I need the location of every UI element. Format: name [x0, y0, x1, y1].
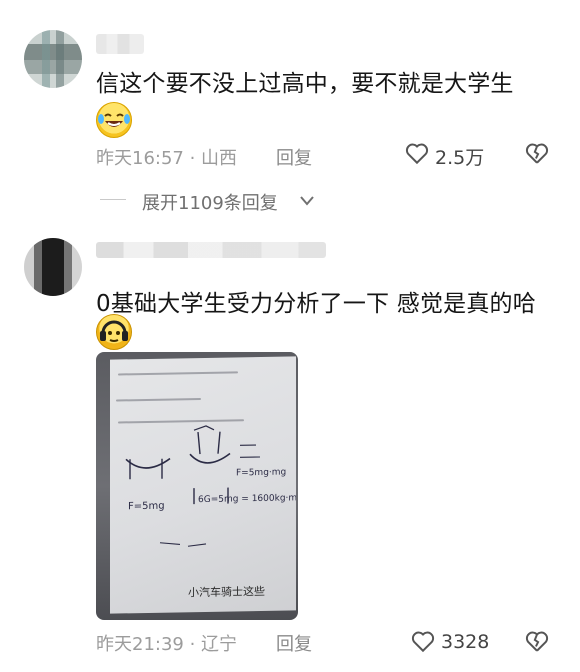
broken-heart-icon [525, 143, 549, 164]
avatar[interactable] [24, 30, 82, 88]
chevron-down-icon [300, 196, 314, 206]
heart-icon [411, 631, 435, 653]
dislike-button[interactable] [524, 140, 550, 166]
comment-text: 0基础大学生受力分析了一下 感觉是真的哈 [96, 291, 536, 317]
username-blurred[interactable] [96, 34, 144, 54]
expand-replies-label: 展开1109条回复 [142, 193, 278, 214]
formula-text: F=5mg·mg [236, 468, 286, 479]
broken-heart-icon [525, 631, 549, 652]
headphones-face-emoji-svg [100, 320, 128, 342]
comment-time-location: 昨天21:39 · 辽宁 [96, 634, 238, 655]
expand-divider [100, 199, 126, 200]
comment-photo[interactable]: F=5mg 6G=5mg = 1600kg·mg F=5mg·mg 小汽车骑士这… [96, 352, 298, 620]
laughing-crying-emoji-svg [98, 113, 130, 127]
formula-text: 6G=5mg = 1600kg·mg [198, 493, 296, 505]
reply-button[interactable]: 回复 [276, 630, 312, 656]
reply-button[interactable]: 回复 [276, 144, 312, 170]
expand-replies[interactable]: 展开1109条回复 [100, 188, 330, 214]
username-blurred[interactable] [96, 242, 326, 258]
paper-sheet: F=5mg 6G=5mg = 1600kg·mg F=5mg·mg 小汽车骑士这… [110, 356, 296, 614]
avatar[interactable] [24, 238, 82, 296]
like-count: 3328 [441, 631, 490, 653]
comment-text: 信这个要不没上过高中，要不就是大学生 [96, 71, 514, 97]
like-count: 2.5万 [435, 147, 485, 169]
paper-caption: 小汽车骑士这些 [188, 584, 265, 600]
like-button[interactable]: 3328 [410, 628, 510, 656]
dislike-button[interactable] [524, 628, 550, 654]
like-button[interactable]: 2.5万 [404, 140, 494, 169]
force-diagram-sketch: F=5mg 6G=5mg = 1600kg·mg F=5mg·mg [125, 425, 296, 547]
formula-text: F=5mg [128, 501, 165, 513]
laughing-crying-emoji [96, 102, 132, 138]
heart-icon [405, 143, 429, 165]
headphones-face-emoji [96, 314, 132, 350]
comment-time-location: 昨天16:57 · 山西 [96, 148, 238, 169]
